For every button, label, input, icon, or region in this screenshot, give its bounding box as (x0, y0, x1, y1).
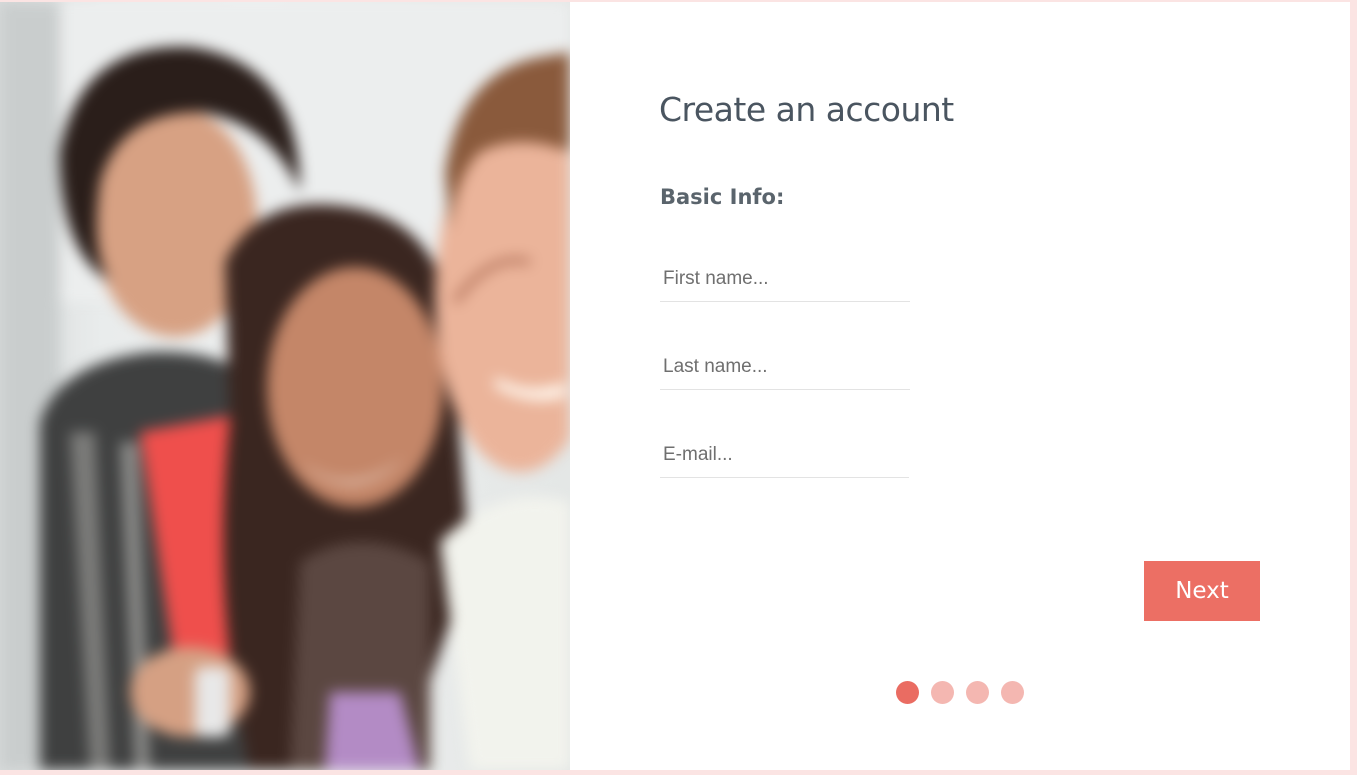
next-button[interactable]: Next (1144, 561, 1260, 621)
step-indicator (896, 681, 1024, 704)
people-photo (0, 2, 570, 770)
signup-frame: Create an account Basic Info: Next (0, 2, 1350, 770)
photo-background-blur (0, 2, 570, 770)
email-field[interactable] (660, 432, 909, 478)
first-name-field[interactable] (660, 256, 910, 302)
section-label-basic-info: Basic Info: (660, 185, 785, 209)
last-name-field[interactable] (660, 344, 910, 390)
step-dot-2 (931, 681, 954, 704)
step-dot-3 (966, 681, 989, 704)
step-dot-4 (1001, 681, 1024, 704)
page-title: Create an account (659, 90, 954, 129)
signup-panel: Create an account Basic Info: Next (570, 2, 1350, 770)
step-dot-1 (896, 681, 919, 704)
